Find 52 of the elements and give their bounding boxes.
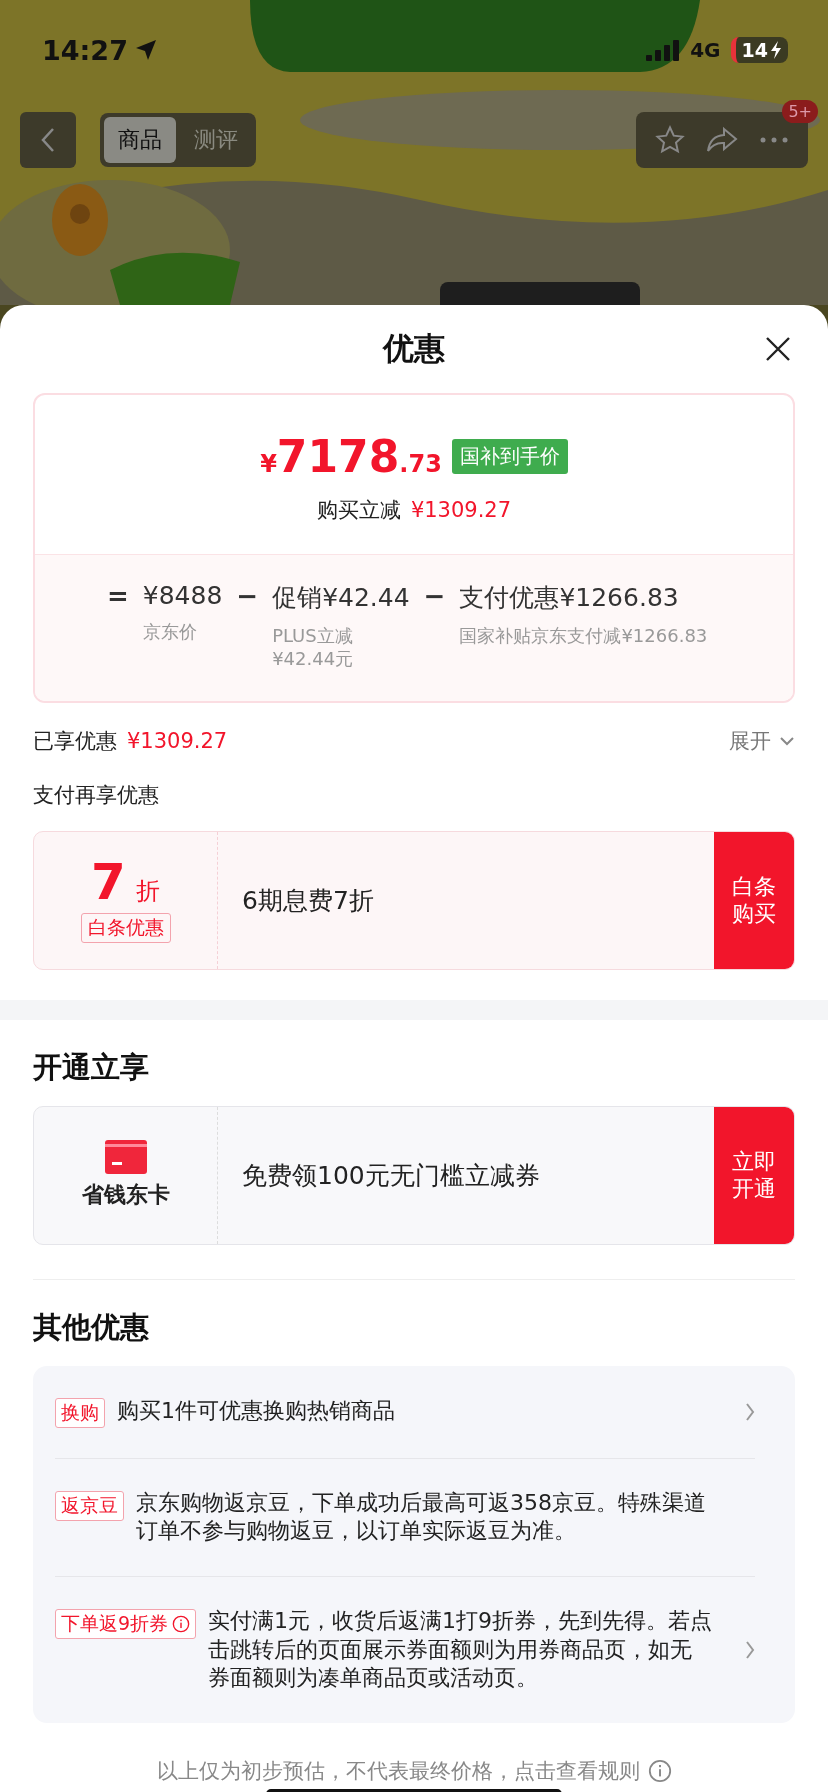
activate-button[interactable]: 立即开通 bbox=[714, 1106, 794, 1244]
breakdown-note: PLUS立减 ¥42.44元 bbox=[272, 624, 355, 671]
applied-discount: 已享优惠 ¥1309.27 bbox=[33, 727, 228, 755]
offer-text: 购买1件可优惠换购热销商品 bbox=[117, 1397, 396, 1426]
chevron-right-icon bbox=[745, 1401, 755, 1422]
breakdown-amount: 支付优惠¥1266.83 bbox=[459, 582, 680, 614]
reduction-text: 购买立减 ¥1309.27 bbox=[316, 497, 512, 524]
price-tag: 国补到手价 bbox=[451, 439, 568, 474]
notification-badge: 5+ bbox=[782, 100, 818, 123]
expand-button[interactable]: 展开 bbox=[729, 726, 795, 755]
battery-level: 14 bbox=[730, 37, 788, 63]
breakdown-amount: 促销¥42.44 bbox=[272, 582, 410, 614]
offer-text: 6期息费7折 bbox=[241, 884, 375, 917]
disclaimer-text: 以上仅为初步预估，不代表最终价格，点击查看规则 bbox=[156, 1757, 640, 1785]
section-title: 开通立享 bbox=[33, 1048, 150, 1086]
back-button[interactable] bbox=[20, 112, 76, 168]
sheet-title: 优惠 bbox=[383, 329, 445, 368]
operator-sign: − bbox=[423, 581, 446, 613]
tab[interactable]: 测评 bbox=[180, 117, 252, 163]
section-subtitle: 支付再享优惠 bbox=[33, 781, 160, 809]
more-dots-icon bbox=[760, 137, 788, 143]
offer-tag: 下单返9折券 bbox=[55, 1608, 197, 1639]
discount-value: 7 折 bbox=[91, 857, 160, 908]
offer-text: 京东购物返京豆，下单成功后最高可返358京豆。特殊渠道订单不参与购物返豆，以订单实际返豆为准。 bbox=[136, 1488, 707, 1546]
breakdown-note: 京东价 bbox=[142, 620, 198, 644]
info-icon bbox=[172, 1614, 191, 1633]
offer-tag: 白条优惠 bbox=[80, 913, 171, 944]
card-icon bbox=[104, 1140, 147, 1175]
chevron-right-icon bbox=[745, 1639, 755, 1660]
offer-tag: 返京豆 bbox=[55, 1490, 124, 1521]
close-icon bbox=[765, 336, 791, 362]
breakdown-amount: ¥8488 bbox=[142, 581, 223, 610]
operator-sign: = bbox=[107, 581, 129, 613]
breakdown-note: 国家补贴京东支付减¥1266.83 bbox=[459, 624, 708, 648]
operator-sign: − bbox=[236, 581, 259, 613]
network-label: 4G bbox=[690, 38, 721, 62]
offer-text: 实付满1元，收货后返满1打9折券，先到先得。若点击跳转后的页面展示券面额则为用券商品页，如无券面额则为凑单商品页或活动页。 bbox=[208, 1606, 714, 1693]
buy-button[interactable]: 白条购买 bbox=[714, 831, 794, 969]
offer-text: 免费领100元无门槛立减券 bbox=[241, 1159, 541, 1192]
info-icon bbox=[647, 1758, 672, 1783]
clock-time: 14:27 bbox=[42, 34, 158, 66]
chevron-left-icon bbox=[41, 127, 55, 153]
star-icon bbox=[655, 125, 685, 155]
section-title: 其他优惠 bbox=[33, 1308, 150, 1346]
signal-icon bbox=[646, 39, 681, 61]
tab[interactable]: 商品 bbox=[104, 117, 176, 163]
final-price: ¥7178.73 bbox=[260, 431, 442, 482]
charging-bolt-icon bbox=[770, 41, 782, 59]
share-icon bbox=[706, 126, 738, 154]
offer-tag: 换购 bbox=[55, 1397, 105, 1428]
chevron-down-icon bbox=[779, 735, 795, 746]
card-name: 省钱东卡 bbox=[81, 1181, 170, 1210]
